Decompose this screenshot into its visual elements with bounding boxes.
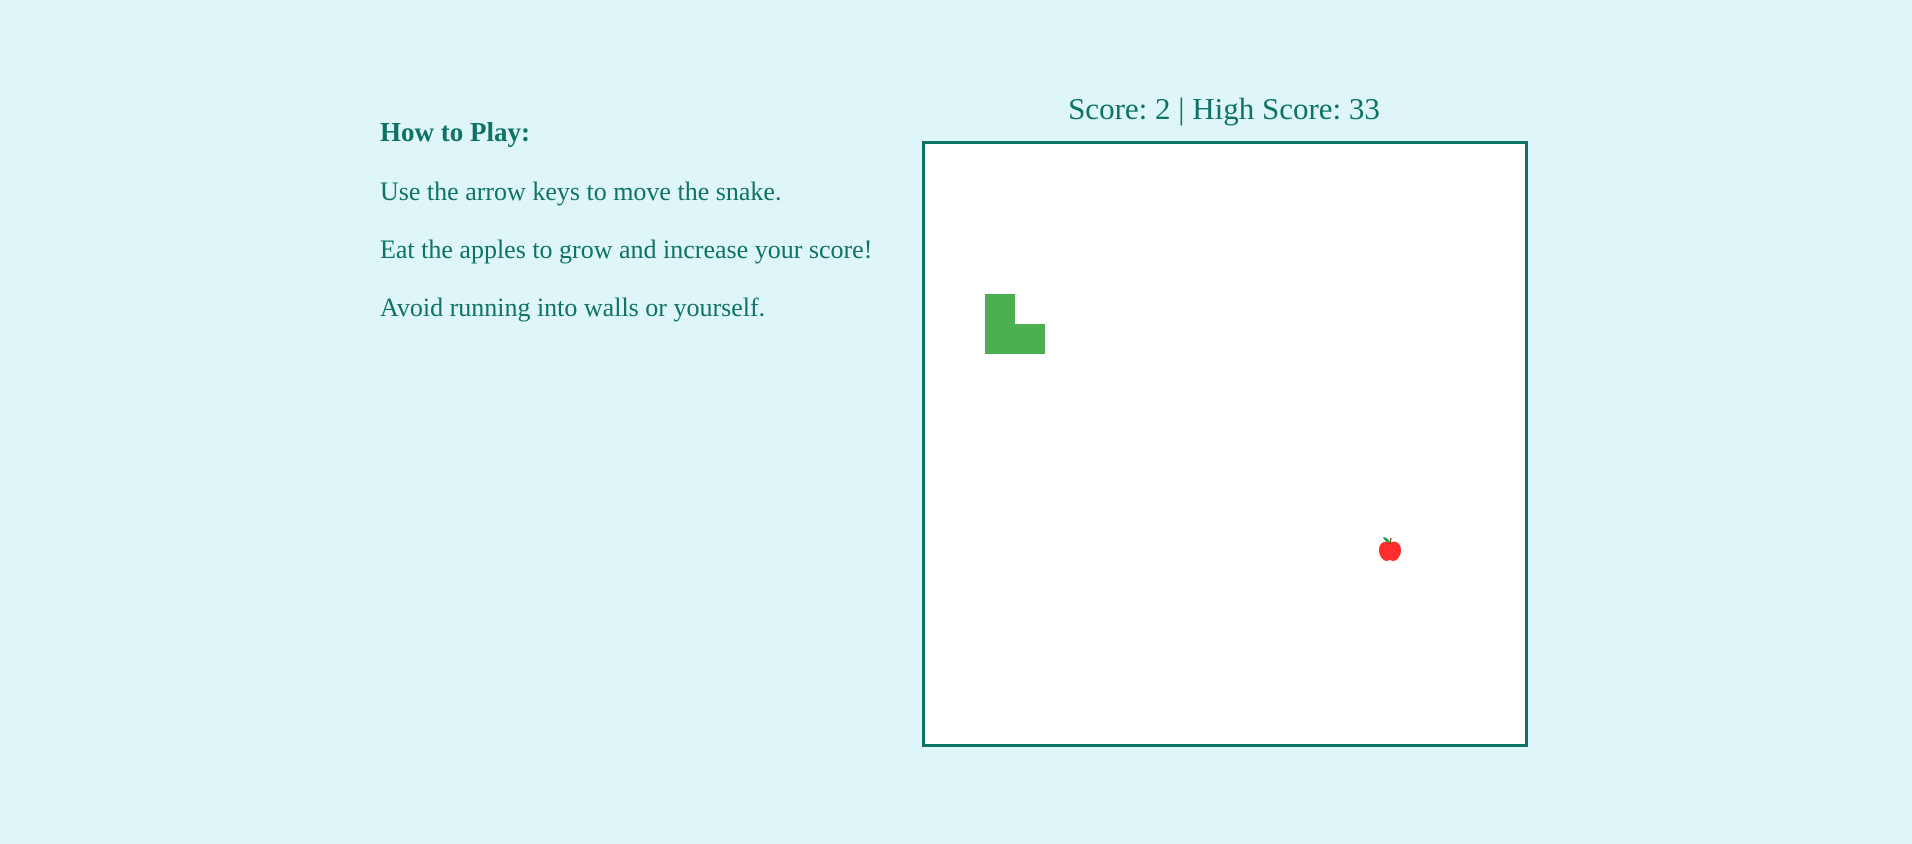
snake-segment [1015,324,1045,354]
instruction-line-avoid: Avoid running into walls or yourself. [380,293,766,322]
instruction-line-move: Use the arrow keys to move the snake. [380,177,782,206]
snake-head [985,294,1015,324]
score-display: Score: 2 | High Score: 33 [1068,91,1380,126]
apple-icon [1375,534,1405,564]
instructions-panel: How to Play: Use the arrow keys to move … [380,116,900,350]
instruction-line-eat: Eat the apples to grow and increase your… [380,235,873,264]
instructions-title: How to Play: [380,117,530,147]
snake-segment [985,324,1015,354]
game-board[interactable] [922,141,1528,747]
